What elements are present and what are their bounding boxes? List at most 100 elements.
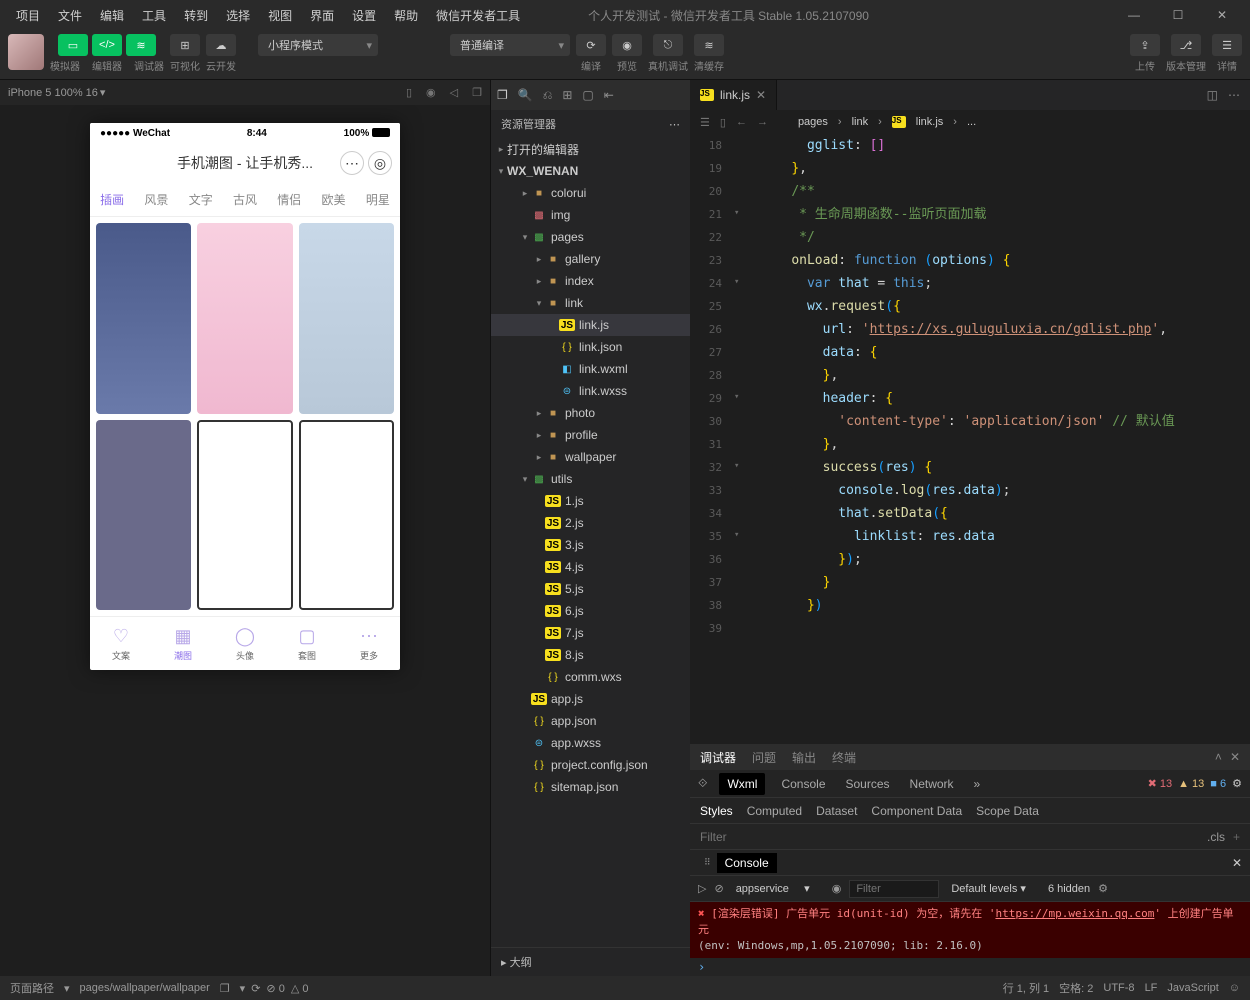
category-tab[interactable]: 明星 bbox=[356, 183, 400, 216]
tree-item[interactable]: JS7.js bbox=[491, 622, 690, 644]
cls-toggle[interactable]: .cls bbox=[1207, 830, 1225, 844]
tree-item[interactable]: { }link.json bbox=[491, 336, 690, 358]
upload-button[interactable]: ⇪ bbox=[1130, 34, 1160, 56]
eol[interactable]: LF bbox=[1145, 982, 1158, 994]
bottom-nav-item[interactable]: ◯头像 bbox=[214, 617, 276, 670]
chevron-down-icon[interactable]: ▾ bbox=[240, 982, 246, 995]
fold-icon[interactable]: ▾ bbox=[734, 530, 739, 540]
menu-item[interactable]: 界面 bbox=[302, 3, 342, 28]
gallery-item[interactable] bbox=[197, 420, 292, 611]
tab-scopedata[interactable]: Scope Data bbox=[976, 804, 1039, 818]
category-tab[interactable]: 插画 bbox=[90, 183, 134, 216]
tree-item[interactable]: JS1.js bbox=[491, 490, 690, 512]
debugger-toggle[interactable]: ≋ bbox=[126, 34, 156, 56]
console-filter-input[interactable] bbox=[849, 880, 939, 898]
bottom-nav-item[interactable]: ⋯更多 bbox=[338, 617, 400, 670]
close-icon[interactable]: ✕ bbox=[1202, 3, 1242, 27]
play-icon[interactable]: ▷ bbox=[698, 882, 706, 895]
crumb[interactable]: link.js bbox=[916, 116, 944, 128]
maximize-icon[interactable]: ☐ bbox=[1158, 3, 1198, 27]
minimize-icon[interactable]: — bbox=[1114, 3, 1154, 27]
bottom-nav-item[interactable]: ▢套图 bbox=[276, 617, 338, 670]
menu-item[interactable]: 帮助 bbox=[386, 3, 426, 28]
page-path-label[interactable]: 页面路径 bbox=[10, 980, 54, 996]
menu-item[interactable]: 工具 bbox=[134, 3, 174, 28]
tree-item[interactable]: { }project.config.json bbox=[491, 754, 690, 776]
notif-icon[interactable]: ☺ bbox=[1229, 982, 1240, 994]
preview-button[interactable]: ◉ bbox=[612, 34, 642, 56]
inspect-icon[interactable]: ⟐ bbox=[698, 776, 707, 791]
list-icon[interactable]: ☰ bbox=[700, 116, 710, 129]
menu-item[interactable]: 文件 bbox=[50, 3, 90, 28]
clearcache-button[interactable]: ≋ bbox=[694, 34, 724, 56]
clear-icon[interactable]: ⊘ bbox=[714, 882, 723, 895]
phone-content[interactable] bbox=[90, 217, 400, 616]
ext-icon[interactable]: ⊞ bbox=[562, 88, 572, 102]
back-icon[interactable]: ← bbox=[736, 116, 747, 128]
gallery-item[interactable] bbox=[197, 223, 292, 414]
device-icon[interactable]: ▯ bbox=[406, 86, 412, 99]
compile-button[interactable]: ⟳ bbox=[576, 34, 606, 56]
category-tab[interactable]: 情侣 bbox=[267, 183, 311, 216]
tab-dataset[interactable]: Dataset bbox=[816, 804, 857, 818]
tree-item[interactable]: ▸■index bbox=[491, 270, 690, 292]
tree-item[interactable]: { }app.json bbox=[491, 710, 690, 732]
mute-icon[interactable]: ◁ bbox=[450, 86, 458, 99]
gallery-item[interactable] bbox=[96, 420, 191, 611]
category-tab[interactable]: 古风 bbox=[223, 183, 267, 216]
info-badge[interactable]: ■ 6 bbox=[1210, 778, 1226, 790]
tree-item[interactable]: ▸■photo bbox=[491, 402, 690, 424]
close-icon[interactable]: ✕ bbox=[1230, 750, 1240, 764]
project-root[interactable]: ▾WX_WENAN bbox=[491, 160, 690, 182]
language[interactable]: JavaScript bbox=[1167, 982, 1218, 994]
outline-section[interactable]: ▸ 大纲 bbox=[491, 947, 690, 976]
chevron-down-icon[interactable]: ▾ bbox=[64, 982, 70, 995]
category-tab[interactable]: 风景 bbox=[134, 183, 178, 216]
tree-item[interactable]: JS2.js bbox=[491, 512, 690, 534]
visual-toggle[interactable]: ⊞ bbox=[170, 34, 200, 56]
box-icon[interactable]: ▢ bbox=[582, 88, 593, 102]
tree-item[interactable]: JS5.js bbox=[491, 578, 690, 600]
hidden-count[interactable]: 6 hidden bbox=[1048, 883, 1090, 895]
menu-item[interactable]: 编辑 bbox=[92, 3, 132, 28]
chevron-down-icon[interactable]: ▾ bbox=[100, 86, 106, 99]
realdevice-button[interactable]: ⎋ bbox=[653, 34, 683, 56]
tree-item[interactable]: { }comm.wxs bbox=[491, 666, 690, 688]
tab-sources[interactable]: Sources bbox=[842, 777, 894, 791]
app-mode-select[interactable]: 小程序模式 bbox=[258, 34, 378, 56]
crumb[interactable]: link bbox=[852, 116, 869, 128]
version-button[interactable]: ⎇ bbox=[1171, 34, 1201, 56]
tab-wxml[interactable]: Wxml bbox=[719, 773, 765, 795]
sync-icon[interactable]: ⟳ bbox=[251, 982, 260, 995]
tree-item[interactable]: ▸■gallery bbox=[491, 248, 690, 270]
crumb[interactable]: pages bbox=[798, 116, 828, 128]
console-prompt[interactable]: › bbox=[690, 958, 1250, 976]
console-tab[interactable]: Console bbox=[717, 853, 777, 873]
tab-computed[interactable]: Computed bbox=[747, 804, 802, 818]
levels-select[interactable]: Default levels ▾ bbox=[947, 880, 1040, 897]
more-icon[interactable]: ⋯ bbox=[669, 118, 680, 131]
fold-icon[interactable]: ▾ bbox=[734, 208, 739, 218]
tree-item[interactable]: JSlink.js bbox=[491, 314, 690, 336]
capsule-close-icon[interactable]: ◎ bbox=[368, 151, 392, 175]
encoding[interactable]: UTF-8 bbox=[1103, 982, 1134, 994]
device-selector[interactable]: iPhone 5 100% 16 bbox=[8, 87, 98, 99]
fold-icon[interactable]: ▾ bbox=[734, 392, 739, 402]
tab-output[interactable]: 输出 bbox=[792, 749, 816, 766]
tab-problems[interactable]: 问题 bbox=[752, 749, 776, 766]
tree-item[interactable]: ▸■profile bbox=[491, 424, 690, 446]
close-icon[interactable]: ✕ bbox=[1232, 856, 1242, 870]
tab-styles[interactable]: Styles bbox=[700, 804, 733, 818]
tree-item[interactable]: JS6.js bbox=[491, 600, 690, 622]
avatar[interactable] bbox=[8, 34, 44, 70]
copy-icon[interactable]: ❐ bbox=[472, 86, 482, 99]
collapse-icon[interactable]: ˄ bbox=[1215, 750, 1222, 764]
compile-mode-select[interactable]: 普通编译 bbox=[450, 34, 570, 56]
details-button[interactable]: ☰ bbox=[1212, 34, 1242, 56]
tree-item[interactable]: JS3.js bbox=[491, 534, 690, 556]
error-badge[interactable]: ✖ 13 bbox=[1148, 777, 1173, 790]
tree-item[interactable]: { }sitemap.json bbox=[491, 776, 690, 798]
tree-item[interactable]: ▸■wallpaper bbox=[491, 446, 690, 468]
editor-toggle[interactable]: </> bbox=[92, 34, 122, 56]
capsule-menu-icon[interactable]: ⋯ bbox=[340, 151, 364, 175]
